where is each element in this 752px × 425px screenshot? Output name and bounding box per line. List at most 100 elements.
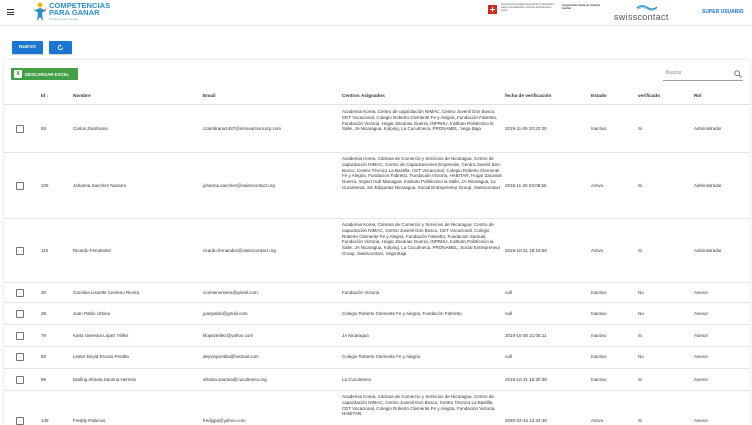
row-checkbox[interactable] bbox=[16, 332, 24, 340]
cell-centros: Fundación Victoria bbox=[342, 290, 380, 295]
table-row[interactable]: 149 Freddy Palacios fredyjpq@yahoo.com A… bbox=[4, 391, 750, 425]
column-header-estado[interactable]: Estado bbox=[591, 93, 607, 98]
cell-email: czambrana1487@innovactioncorp.com bbox=[203, 126, 282, 131]
cell-id: 79 bbox=[41, 333, 47, 338]
cell-verificado: Si bbox=[638, 183, 643, 188]
cell-nombre: Juan Pablo Urbina bbox=[73, 311, 111, 316]
cell-verificado: Si bbox=[638, 126, 643, 131]
table-row[interactable]: 110 Ricardo Fernández ricardo.fernandez@… bbox=[4, 219, 750, 283]
table-row[interactable]: 93 Carlos Zambrana czambrana1487@innovac… bbox=[4, 105, 750, 153]
cell-id: 110 bbox=[41, 248, 49, 253]
cell-email: ccentenorivera@gmail.com bbox=[203, 290, 258, 295]
table-row[interactable]: 38 Juan Pablo Urbina juanpablo@gmail.com… bbox=[4, 303, 750, 325]
cell-rol: Asesor bbox=[694, 333, 709, 338]
table-row[interactable]: 105 Johanna Sanchez Navarro johanna.sanc… bbox=[4, 153, 750, 219]
new-button[interactable]: NUEVO bbox=[12, 41, 43, 54]
cell-verificado: Si bbox=[638, 418, 643, 423]
row-checkbox[interactable] bbox=[16, 182, 24, 190]
table-row[interactable]: 79 Karla Vanessa López Téllez klopeztell… bbox=[4, 325, 750, 347]
refresh-icon bbox=[57, 44, 64, 51]
column-header-email[interactable]: Email bbox=[203, 93, 216, 98]
cell-email: deyvinperalta@hotmail.com bbox=[203, 354, 259, 359]
excel-icon: X bbox=[14, 70, 22, 78]
table-row[interactable]: 80 Lester Deyid Escoto Peralta deyvinper… bbox=[4, 347, 750, 369]
cell-email: afrania.saurina@cuculmeca.org bbox=[203, 377, 267, 382]
download-excel-button[interactable]: X DESCARGAR EXCEL bbox=[11, 68, 78, 80]
cell-id: 96 bbox=[41, 377, 47, 382]
row-checkbox[interactable] bbox=[16, 376, 24, 384]
cell-id: 38 bbox=[41, 311, 47, 316]
cell-nombre: Freddy Palacios bbox=[73, 418, 106, 423]
cell-id: 93 bbox=[41, 126, 47, 131]
row-checkbox[interactable] bbox=[16, 289, 24, 297]
row-checkbox[interactable] bbox=[16, 353, 24, 361]
cell-id: 30 bbox=[41, 290, 47, 295]
search-icon[interactable] bbox=[734, 70, 742, 78]
cell-verificado: Si bbox=[638, 333, 643, 338]
logo-tagline: Juntos somos ventaja bbox=[49, 17, 79, 21]
swiss-confederation-text: Schweizerische Eidgenossenschaft Confédé… bbox=[501, 3, 555, 12]
cell-centros: JA Nicaragua bbox=[342, 333, 369, 338]
column-header-id[interactable]: Id ↓ bbox=[41, 93, 49, 98]
cell-fecha: 2019-10-31 18:18:59 bbox=[505, 248, 547, 253]
row-checkbox[interactable] bbox=[16, 310, 24, 318]
cell-centros: Colegio Roberto Clemente Fe y Alegria bbox=[342, 354, 421, 359]
search-input[interactable] bbox=[663, 67, 729, 79]
swisscontact-logo: swisscontact bbox=[614, 3, 684, 23]
cell-fecha: null bbox=[505, 290, 513, 295]
swisscontact-mark-icon bbox=[636, 5, 658, 11]
cell-rol: Administrador bbox=[694, 126, 722, 131]
cell-fecha: 2019-10-31 15:30:30 bbox=[505, 377, 547, 382]
cell-email: klopeztellez@yahoo.com bbox=[203, 333, 254, 338]
cell-estado: Inactivo bbox=[591, 311, 607, 316]
cell-centros: Academia Korea, Cámara de Comercio y Ser… bbox=[342, 222, 501, 256]
cell-centros: La Cuculmeca bbox=[342, 377, 371, 382]
cell-id: 80 bbox=[41, 354, 47, 359]
top-app-bar: COMPETENCIAS PARA GANAR Juntos somos ven… bbox=[0, 0, 752, 26]
cell-rol: Administrador bbox=[694, 248, 722, 253]
column-header-nombre[interactable]: Nombre bbox=[73, 93, 91, 98]
swiss-flag-icon bbox=[488, 5, 497, 14]
row-checkbox[interactable] bbox=[16, 125, 24, 133]
row-checkbox[interactable] bbox=[16, 417, 24, 425]
cell-email: johanna.sanchez@swisscontact.org bbox=[203, 183, 275, 188]
cell-fecha: 2019-11-25 03:08:56 bbox=[505, 183, 547, 188]
cell-verificado: No bbox=[638, 311, 644, 316]
cell-estado: Inactivo bbox=[591, 333, 607, 338]
cell-centros: Colegio Roberto Clemente Fe y Alegria, F… bbox=[342, 311, 462, 316]
cell-rol: Administrador bbox=[694, 183, 722, 188]
cell-email: fredyjpq@yahoo.com bbox=[203, 418, 246, 423]
cosude-text: Cooperación Suiza en América Central bbox=[562, 4, 600, 11]
cell-centros: Academia Korea, Centro de capacitación N… bbox=[342, 109, 498, 132]
column-header-rol[interactable]: Rol bbox=[694, 93, 702, 98]
cell-estado: Inactivo bbox=[591, 377, 607, 382]
table-row[interactable]: 30 Carolina Lissette Centeno Rivera ccen… bbox=[4, 283, 750, 303]
cell-centros: Academia Korea, Cámara de Comercio y Ser… bbox=[342, 394, 496, 417]
logo-title: COMPETENCIAS PARA GANAR bbox=[49, 2, 110, 18]
column-header-centros[interactable]: Centros Asignados bbox=[342, 93, 385, 98]
swisscontact-wordmark: swisscontact bbox=[614, 12, 669, 22]
competencias-logo[interactable]: COMPETENCIAS PARA GANAR Juntos somos ven… bbox=[33, 2, 110, 24]
cell-estado: Activo bbox=[591, 183, 604, 188]
column-header-verificado[interactable]: verificado bbox=[638, 93, 660, 98]
cell-verificado: No bbox=[638, 354, 644, 359]
cell-id: 149 bbox=[41, 418, 49, 423]
cell-nombre: Johanna Sanchez Navarro bbox=[73, 183, 127, 188]
cell-nombre: Ricardo Fernández bbox=[73, 248, 112, 253]
cell-rol: Asesor bbox=[694, 311, 709, 316]
search-box bbox=[663, 67, 743, 81]
row-checkbox[interactable] bbox=[16, 247, 24, 255]
cell-email: juanpablo@gmail.com bbox=[203, 311, 248, 316]
cell-verificado: Si bbox=[638, 248, 643, 253]
refresh-button[interactable] bbox=[49, 41, 72, 54]
logo-title-line-2: PARA GANAR bbox=[49, 8, 100, 18]
cell-estado: Activo bbox=[591, 418, 604, 423]
cell-nombre: Carlos Zambrana bbox=[73, 126, 108, 131]
table-row[interactable]: 96 Darling Afrania Saurina Herrera afran… bbox=[4, 369, 750, 391]
table-header: Id ↓ Nombre Email Centros Asignados fech… bbox=[4, 88, 750, 105]
column-header-fecha[interactable]: fecha de verificación bbox=[505, 93, 551, 98]
user-role-label[interactable]: SUPER USUARIO bbox=[702, 9, 744, 15]
cell-verificado: Si bbox=[638, 377, 643, 382]
cell-estado: Inactivo bbox=[591, 290, 607, 295]
hamburger-menu-icon[interactable] bbox=[7, 9, 14, 16]
